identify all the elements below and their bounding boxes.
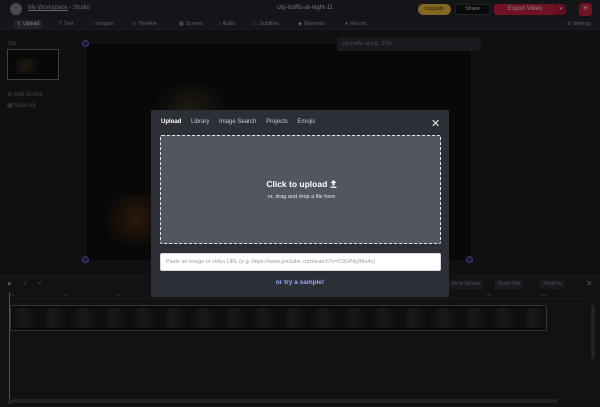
- try-sample-link[interactable]: or try a sample!: [151, 279, 449, 286]
- dropzone-title: Click to upload: [161, 179, 442, 189]
- dropzone-subtitle: or, drag and drop a file here: [267, 194, 336, 200]
- tab-projects[interactable]: Projects: [266, 119, 288, 125]
- media-url-input[interactable]: [160, 253, 441, 271]
- upload-arrow-icon: [330, 180, 337, 188]
- modal-tabs: Upload Library Image Search Projects Emo…: [161, 119, 323, 125]
- upload-modal: Upload Library Image Search Projects Emo…: [151, 110, 449, 297]
- tab-image-search[interactable]: Image Search: [219, 119, 256, 125]
- dropzone-title-text: Click to upload: [266, 179, 328, 189]
- tab-library[interactable]: Library: [191, 119, 209, 125]
- upload-dropzone[interactable]: Click to upload or, drag and drop a file…: [160, 135, 441, 244]
- tab-upload[interactable]: Upload: [161, 119, 181, 125]
- tab-emojis[interactable]: Emojis: [297, 119, 315, 125]
- close-icon[interactable]: ✕: [431, 119, 440, 130]
- studio-app: My Workspace › Studio city-traffic-at-ni…: [0, 0, 600, 407]
